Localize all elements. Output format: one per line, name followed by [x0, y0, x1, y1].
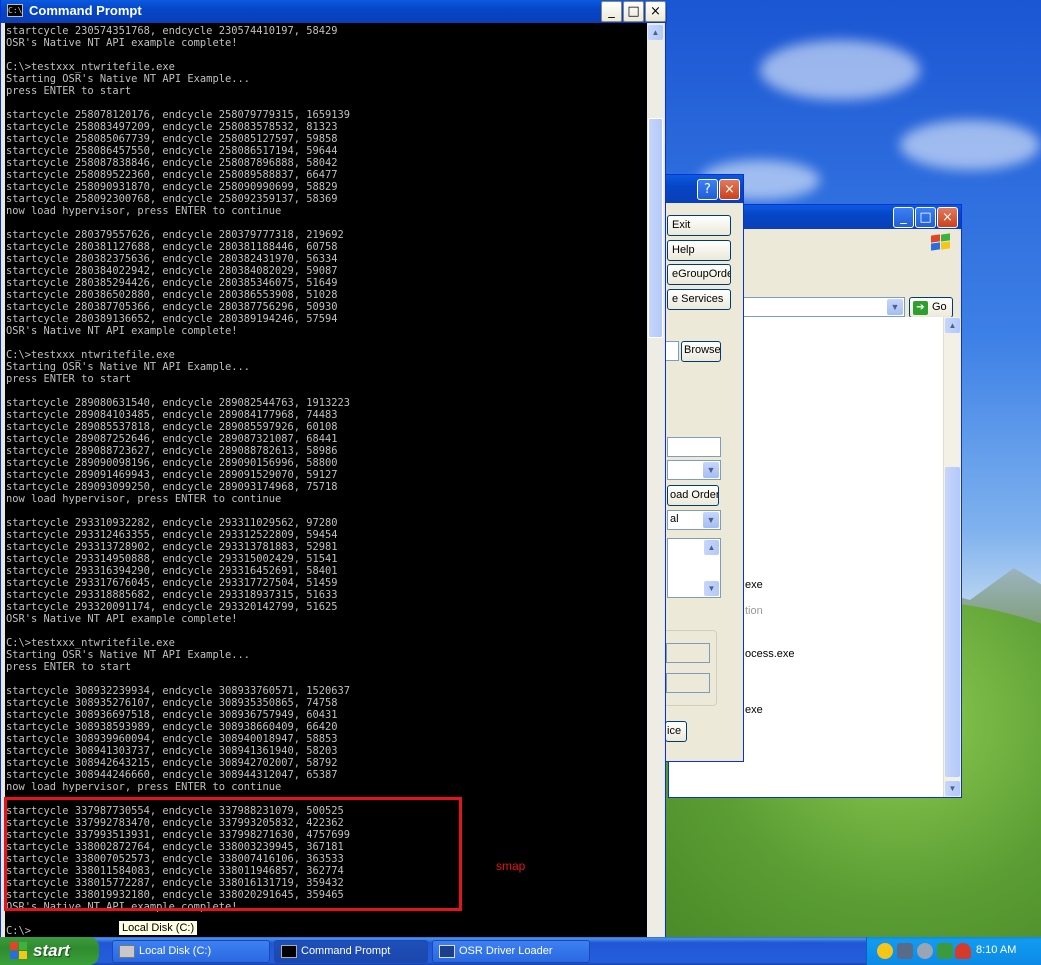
system-tray[interactable]: 8:10 AM	[866, 937, 1041, 965]
security-alert-icon[interactable]	[955, 943, 971, 959]
taskbar-item-command-prompt[interactable]: Command Prompt	[274, 940, 428, 963]
close-button[interactable]: ×	[645, 1, 666, 22]
minimize-icon: _	[608, 4, 615, 19]
taskbar-item-label: Local Disk (C:)	[139, 945, 212, 957]
help-button[interactable]: ?	[697, 179, 718, 200]
browse-button[interactable]: Browse	[681, 341, 721, 362]
start-service-label: ice	[667, 725, 682, 737]
load-order-button[interactable]: oad Order	[667, 485, 719, 506]
close-icon: ×	[650, 4, 661, 19]
chevron-down-icon: ▼	[703, 512, 719, 528]
chevron-down-icon: ▼	[703, 462, 719, 478]
vm-icon[interactable]	[897, 943, 913, 959]
exit-label: Exit	[672, 219, 691, 231]
list-item[interactable]: exe	[745, 579, 763, 591]
volume-icon[interactable]	[917, 943, 933, 959]
close-icon: ×	[724, 182, 735, 197]
drive-icon	[119, 945, 135, 958]
dependencies-list[interactable]: ▲ ▼	[667, 538, 721, 598]
go-arrow-icon: ➔	[913, 301, 928, 315]
desktop-wallpaper: _ □ × ▼ ➔ Go ▲ ▼ exe tion ocess.exe exe …	[0, 0, 1041, 965]
explorer-scrollbar[interactable]: ▲ ▼	[943, 317, 961, 797]
list-item[interactable]: tion	[745, 605, 763, 617]
cmd-scrollbar[interactable]: ▲	[647, 23, 664, 938]
type-combo[interactable]: ▼	[667, 460, 721, 480]
driver-path-field[interactable]	[665, 341, 679, 361]
clock: 8:10 AM	[976, 944, 1017, 956]
windows-logo-icon	[929, 233, 953, 251]
start-service-button[interactable]: ice	[665, 721, 687, 742]
driver-loader-titlebar[interactable]: ? ×	[665, 175, 743, 203]
status-group	[663, 630, 717, 706]
go-label: Go	[932, 301, 947, 313]
list-item[interactable]: exe	[745, 704, 763, 716]
annotation-highlight-box	[4, 797, 462, 911]
load-order-label: oad Order	[670, 489, 719, 501]
minimize-button[interactable]: _	[893, 207, 914, 228]
close-button[interactable]: ×	[719, 179, 740, 200]
scroll-down-icon[interactable]: ▼	[945, 781, 960, 796]
display-name-field[interactable]	[667, 437, 721, 457]
network-icon[interactable]	[937, 943, 953, 959]
list-item[interactable]: ocess.exe	[745, 648, 795, 660]
help-action-button[interactable]: Help	[667, 240, 731, 261]
exit-button[interactable]: Exit	[667, 215, 731, 236]
services-label: e Services	[672, 293, 724, 305]
windows-flag-icon	[10, 942, 28, 960]
taskbar[interactable]: start Local Disk (C:) Command Prompt OSR…	[0, 937, 1041, 965]
minimize-button[interactable]: _	[601, 1, 622, 22]
close-button[interactable]: ×	[937, 207, 958, 228]
maximize-button[interactable]: □	[915, 207, 936, 228]
scroll-up-icon[interactable]: ▲	[648, 25, 663, 40]
minimize-icon: _	[900, 210, 907, 225]
annotation-label: smap	[496, 859, 526, 873]
browse-label: Browse	[684, 344, 721, 356]
close-icon: ×	[942, 210, 953, 225]
help-icon: ?	[704, 182, 711, 197]
scroll-up-icon[interactable]: ▲	[704, 540, 719, 555]
start-button[interactable]: start	[0, 937, 99, 965]
last-status-field	[666, 673, 710, 693]
maximize-button[interactable]: □	[623, 1, 644, 22]
window-icon	[439, 945, 455, 958]
scroll-up-icon[interactable]: ▲	[945, 318, 960, 333]
cmd-titlebar[interactable]: C:\ Command Prompt _ □ ×	[1, 0, 667, 23]
scroll-thumb[interactable]	[648, 118, 663, 338]
status-field	[666, 643, 710, 663]
wallpaper-cloud	[900, 120, 1040, 170]
maximize-icon: □	[627, 4, 640, 19]
cmd-icon	[281, 945, 297, 958]
maximize-icon: □	[919, 210, 932, 225]
taskbar-item-local-disk[interactable]: Local Disk (C:)	[112, 940, 270, 963]
scroll-down-icon[interactable]: ▼	[704, 581, 719, 596]
wallpaper-cloud	[760, 40, 920, 100]
window-title: Command Prompt	[29, 3, 142, 18]
start-type-combo[interactable]: al ▼	[667, 510, 721, 530]
taskbar-item-driver-loader[interactable]: OSR Driver Loader	[432, 940, 590, 963]
driver-loader-window[interactable]: ? × Exit Help eGroupOrder e Services Bro…	[663, 174, 744, 762]
taskbar-item-label: OSR Driver Loader	[459, 945, 553, 957]
chevron-down-icon: ▼	[887, 299, 903, 315]
taskbar-tooltip: Local Disk (C:)	[118, 920, 199, 936]
address-combo[interactable]: ▼	[739, 297, 905, 317]
group-order-label: eGroupOrder	[672, 268, 731, 280]
start-type-value: al	[670, 513, 679, 525]
help-label: Help	[672, 244, 695, 256]
shield-icon[interactable]	[877, 943, 893, 959]
start-label: start	[33, 941, 70, 960]
services-button[interactable]: e Services	[667, 289, 731, 310]
cmd-window-icon: C:\	[7, 4, 23, 17]
taskbar-item-label: Command Prompt	[301, 945, 391, 957]
group-order-button[interactable]: eGroupOrder	[667, 264, 731, 285]
go-button[interactable]: ➔ Go	[909, 297, 953, 318]
scroll-thumb[interactable]	[945, 467, 960, 777]
